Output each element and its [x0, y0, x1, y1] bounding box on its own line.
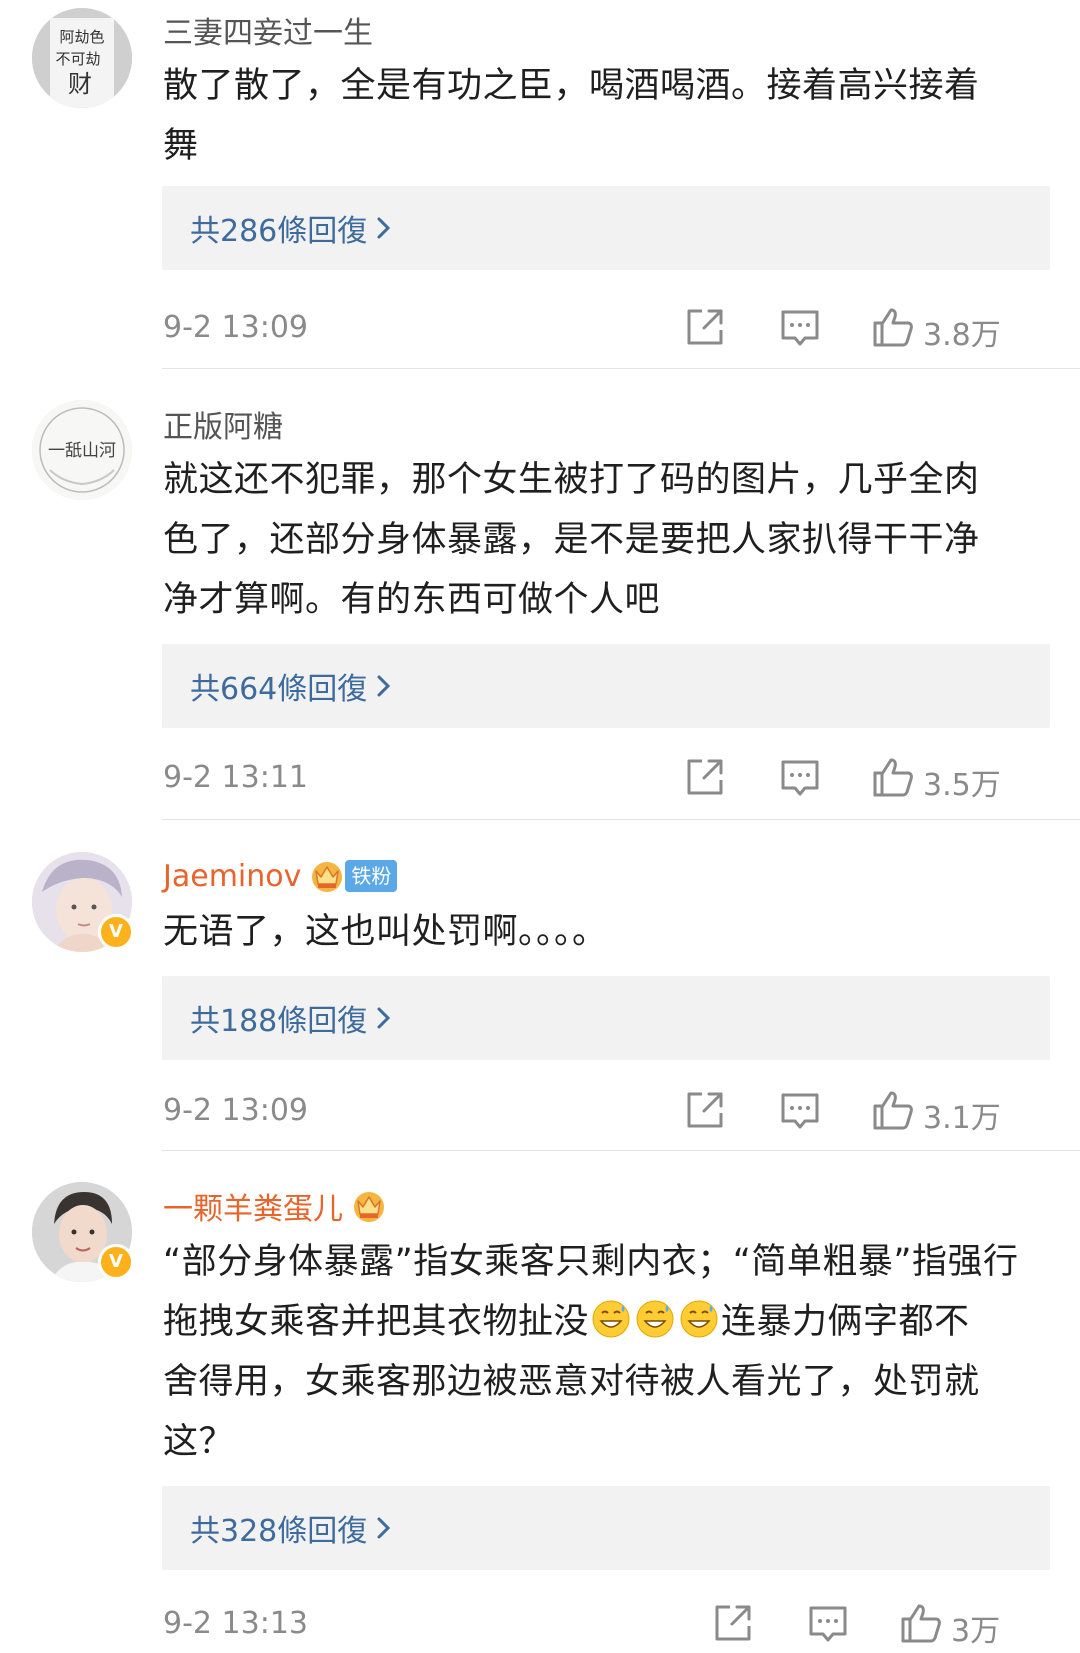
- timestamp: 9-2 13:13: [163, 1606, 308, 1641]
- chevron-right-icon: [377, 217, 391, 239]
- view-replies-button[interactable]: 共328條回復: [162, 1486, 1050, 1570]
- like-icon[interactable]: [868, 752, 918, 802]
- comment-text-line: 散了散了，全是有功之臣，喝酒喝酒。接着高兴接着: [163, 66, 980, 106]
- verified-badge: V: [98, 1244, 134, 1280]
- comment-meta: 9-2 13:11 3.5万: [163, 752, 1050, 803]
- crown-icon: [354, 1192, 384, 1222]
- comment-icon[interactable]: [803, 1598, 853, 1648]
- grinning-sweat-emoji-icon: [636, 1300, 674, 1338]
- comment-text-line: 净才算啊。有的东西可做个人吧: [163, 580, 661, 620]
- avatar[interactable]: V: [32, 1182, 134, 1282]
- username-row: Jaeminov 铁粉: [163, 856, 398, 896]
- comment-text: 就这还不犯罪，那个女生被打了码的图片，几乎全肉 色了，还部分身体暴露，是不是要把…: [163, 450, 1043, 630]
- comment-text-line: 无语了，这也叫处罚啊。。。。: [163, 912, 608, 952]
- comment-text-line: “部分身体暴露”指女乘客只剩内衣；“简单粗暴”指强行: [163, 1242, 1019, 1282]
- like-count: 3万: [951, 1614, 1001, 1649]
- fan-badge: 铁粉: [345, 860, 398, 892]
- comment-meta: 9-2 13:13 3万: [163, 1598, 1050, 1649]
- share-icon[interactable]: [680, 302, 730, 352]
- view-replies-button[interactable]: 共286條回復: [162, 186, 1050, 270]
- avatar[interactable]: 阿劫色 不可劫 财: [32, 8, 132, 108]
- comment-text: 无语了，这也叫处罚啊。。。。: [163, 902, 1043, 962]
- comment-meta: 9-2 13:09 3.8万: [163, 302, 1050, 353]
- chevron-right-icon: [377, 1517, 391, 1539]
- comment-text-line: 这？: [163, 1422, 235, 1462]
- like-count: 3.8万: [923, 318, 1001, 353]
- replies-label: 共188條回復: [190, 1004, 368, 1039]
- avatar-text: 财: [68, 70, 92, 98]
- timestamp: 9-2 13:11: [163, 760, 308, 795]
- like-icon[interactable]: [868, 1085, 918, 1135]
- avatar-text: 阿劫色: [59, 28, 104, 46]
- comment-text-line: 舞: [163, 126, 199, 166]
- replies-label: 共328條回復: [190, 1514, 368, 1549]
- crown-icon: [312, 862, 343, 892]
- comment-text-segment: 连暴力俩字都不: [721, 1302, 970, 1342]
- comment-text-line: 就这还不犯罪，那个女生被打了码的图片，几乎全肉: [163, 460, 980, 500]
- view-replies-button[interactable]: 共664條回復: [162, 644, 1050, 728]
- view-replies-button[interactable]: 共188條回復: [162, 976, 1050, 1060]
- chevron-right-icon: [377, 1007, 391, 1029]
- username[interactable]: 三妻四妾过一生: [163, 8, 373, 52]
- share-icon[interactable]: [680, 1085, 730, 1135]
- grinning-sweat-emoji-icon: [680, 1300, 718, 1338]
- username-row: 一颗羊粪蛋儿: [163, 1184, 387, 1228]
- username[interactable]: Jaeminov: [163, 859, 301, 894]
- like-count: 3.5万: [923, 768, 1001, 803]
- chevron-right-icon: [377, 675, 391, 697]
- grinning-sweat-emoji-icon: [592, 1300, 630, 1338]
- share-icon[interactable]: [680, 752, 730, 802]
- comment-feed: 阿劫色 不可劫 财 三妻四妾过一生 散了散了，全是有功之臣，喝酒喝酒。接着高兴接…: [0, 0, 1080, 1653]
- timestamp: 9-2 13:09: [163, 1093, 308, 1128]
- like-icon[interactable]: [868, 302, 918, 352]
- comment-text-line: 色了，还部分身体暴露，是不是要把人家扒得干干净: [163, 520, 980, 560]
- comment-text-segment: 拖拽女乘客并把其衣物扯没: [163, 1302, 590, 1342]
- avatar[interactable]: V: [32, 852, 134, 952]
- comment-icon[interactable]: [775, 752, 825, 802]
- timestamp: 9-2 13:09: [163, 310, 308, 345]
- avatar-text: 不可劫: [55, 50, 100, 68]
- comment-meta: 9-2 13:09 3.1万: [163, 1085, 1050, 1136]
- divider: [162, 1150, 1080, 1151]
- like-icon[interactable]: [896, 1598, 946, 1648]
- avatar-text: 一舐山河: [48, 441, 116, 461]
- comment-icon[interactable]: [775, 1085, 825, 1135]
- comment-icon[interactable]: [775, 302, 825, 352]
- username-row: 三妻四妾过一生: [163, 8, 373, 52]
- comment-text-line: 舍得用，女乘客那边被恶意对待被人看光了，处罚就: [163, 1362, 980, 1402]
- username[interactable]: 一颗羊粪蛋儿: [163, 1184, 343, 1228]
- share-icon[interactable]: [708, 1598, 758, 1648]
- avatar[interactable]: 一舐山河: [32, 400, 132, 500]
- verified-badge: V: [98, 914, 134, 950]
- replies-label: 共664條回復: [190, 672, 368, 707]
- like-count: 3.1万: [923, 1101, 1001, 1136]
- divider: [162, 819, 1080, 820]
- divider: [162, 368, 1080, 369]
- comment-text: 散了散了，全是有功之臣，喝酒喝酒。接着高兴接着 舞: [163, 56, 1043, 176]
- comment-text-line: 拖拽女乘客并把其衣物扯没 连暴力俩字都不: [163, 1292, 1043, 1352]
- username-row: 正版阿糖: [163, 402, 283, 446]
- username[interactable]: 正版阿糖: [163, 402, 283, 446]
- replies-label: 共286條回復: [190, 214, 368, 249]
- comment-text: “部分身体暴露”指女乘客只剩内衣；“简单粗暴”指强行 拖拽女乘客并把其衣物扯没 连…: [163, 1232, 1043, 1472]
